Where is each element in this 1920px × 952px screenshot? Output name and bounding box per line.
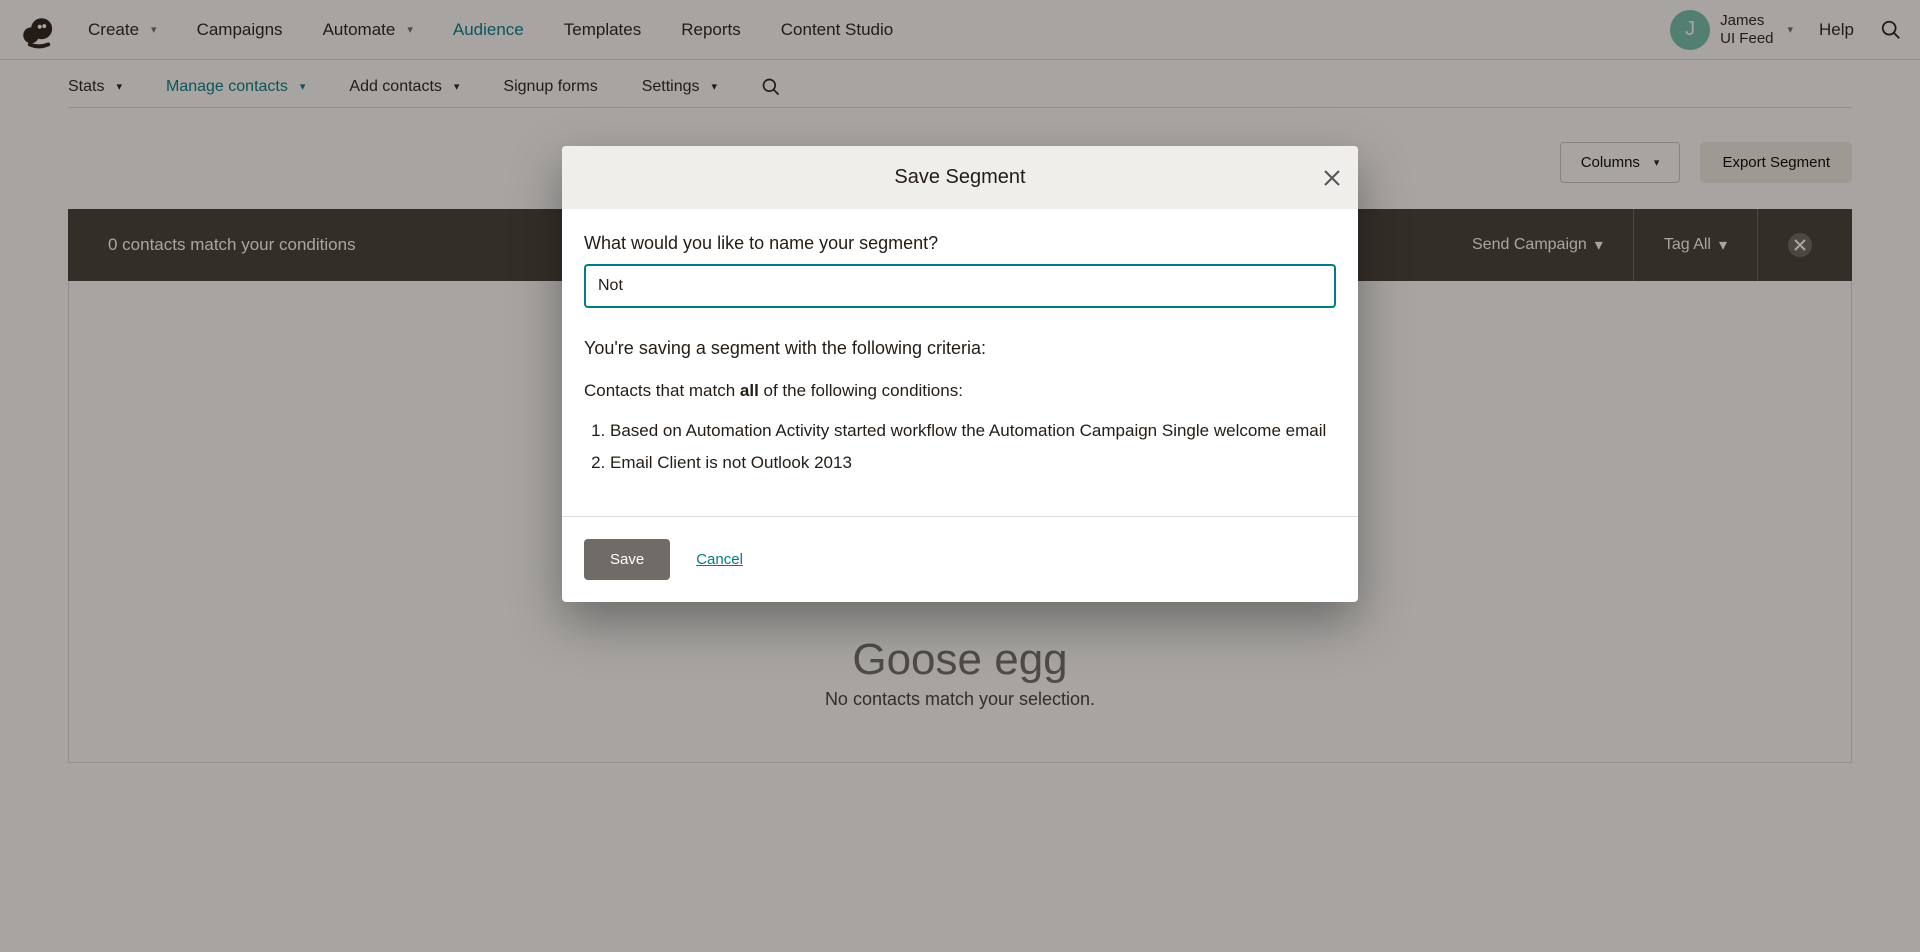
cancel-button[interactable]: Cancel [696,551,743,568]
save-segment-modal: Save Segment What would you like to name… [562,146,1358,602]
match-word: all [740,381,759,400]
criteria-item: Based on Automation Activity started wor… [610,415,1336,447]
modal-title: Save Segment [894,166,1025,188]
segment-name-label: What would you like to name your segment… [584,233,1336,254]
segment-name-input[interactable] [584,264,1336,308]
criteria-description: You're saving a segment with the followi… [584,338,1336,359]
criteria-item: Email Client is not Outlook 2013 [610,447,1336,479]
modal-header: Save Segment [562,146,1358,209]
match-prefix: Contacts that match [584,381,740,400]
save-button[interactable]: Save [584,539,670,580]
match-suffix: of the following conditions: [759,381,963,400]
match-line: Contacts that match all of the following… [584,381,1336,401]
modal-close-button[interactable] [1322,168,1342,188]
criteria-list: Based on Automation Activity started wor… [596,415,1336,480]
modal-footer: Save Cancel [562,516,1358,602]
modal-body: What would you like to name your segment… [562,209,1358,516]
